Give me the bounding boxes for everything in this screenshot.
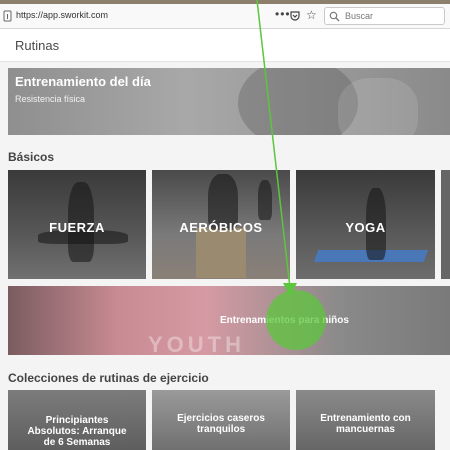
card-photo-highlight (338, 78, 418, 135)
pocket-icon[interactable] (290, 11, 300, 21)
collection-label-beginners: Principiantes Absolutos: Arranque de 6 S… (27, 415, 127, 448)
category-label-cardio: AERÓBICOS (179, 220, 263, 235)
collection-label-quiet-home: Ejercicios caseros tranquilos (177, 413, 265, 435)
category-card-cardio[interactable]: AERÓBICOS (152, 170, 290, 279)
browser-search-input[interactable]: Buscar (324, 7, 445, 25)
collections-heading: Colecciones de rutinas de ejercicio (8, 371, 209, 385)
collection-label-dumbbells: Entrenamiento con mancuernas (320, 413, 411, 435)
browser-url-bar[interactable]: https://app.sworkit.com ••• ☆ Buscar (0, 4, 450, 29)
daily-workout-card[interactable]: Entrenamiento del día Resistencia física (8, 68, 450, 135)
basics-heading: Básicos (8, 150, 55, 164)
kids-workouts-card[interactable]: YOUTH Entrenamientos para niños (8, 286, 450, 355)
search-placeholder: Buscar (345, 11, 374, 21)
collection-card-quiet-home[interactable]: Ejercicios caseros tranquilos (152, 390, 290, 450)
kids-watermark: YOUTH (148, 332, 245, 355)
page-title: Rutinas (15, 38, 60, 53)
kids-workouts-label: Entrenamientos para niños (220, 315, 349, 326)
plyo-box (196, 228, 246, 278)
collection-card-beginners[interactable]: Principiantes Absolutos: Arranque de 6 S… (8, 390, 146, 450)
more-dots-icon[interactable]: ••• (275, 7, 291, 21)
bookmark-star-icon[interactable]: ☆ (306, 8, 317, 22)
info-icon[interactable] (3, 10, 12, 22)
category-card-partial[interactable] (441, 170, 450, 279)
daily-workout-title: Entrenamiento del día (15, 74, 151, 89)
collection-card-dumbbells[interactable]: Entrenamiento con mancuernas (296, 390, 435, 450)
search-icon (329, 11, 340, 22)
url-text[interactable]: https://app.sworkit.com (16, 10, 108, 20)
app-header: Rutinas (0, 29, 450, 62)
category-card-yoga[interactable]: YOGA (296, 170, 435, 279)
category-label-yoga: YOGA (345, 220, 386, 235)
category-card-strength[interactable]: FUERZA (8, 170, 146, 279)
category-label-strength: FUERZA (49, 220, 105, 235)
athlete-silhouette-2 (258, 180, 272, 220)
daily-workout-subtitle: Resistencia física (15, 94, 86, 104)
